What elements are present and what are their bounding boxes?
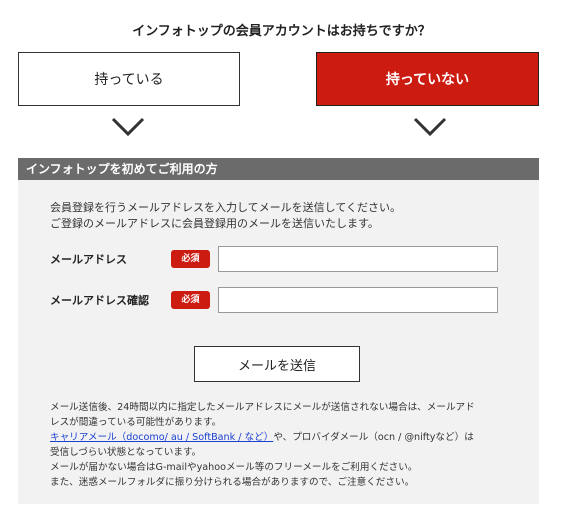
email-row: メールアドレス 必須 — [50, 246, 498, 272]
notes-text: メール送信後、24時間以内に指定したメールアドレスにメールが送信されない場合は、… — [50, 400, 530, 490]
email-confirm-row: メールアドレス確認 必須 — [50, 287, 498, 313]
intro-line: ご登録のメールアドレスに会員登録用のメールを送信いたします。 — [50, 217, 379, 230]
have-account-button[interactable]: 持っている — [18, 52, 240, 106]
carrier-mail-link[interactable]: キャリアメール（docomo/ au / SoftBank / など） — [50, 432, 273, 443]
intro-line: 会員登録を行うメールアドレスを入力してメールを送信してください。 — [50, 201, 402, 214]
email-confirm-input[interactable] — [218, 287, 498, 313]
intro-text: 会員登録を行うメールアドレスを入力してメールを送信してください。 ご登録のメール… — [50, 200, 401, 232]
email-label: メールアドレス — [50, 253, 127, 266]
send-email-button[interactable]: メールを送信 — [194, 346, 360, 382]
section-title: インフォトップを初めてご利用の方 — [18, 158, 539, 180]
note-line: メールが届かない場合はG-mailやyahooメール等のフリーメールをご利用くだ… — [50, 462, 418, 473]
chevron-down-icon — [111, 117, 145, 137]
note-text: や、プロバイダメール（ocn / @niftyなど）は — [273, 432, 474, 443]
note-line: レスが間違っている可能性があります。 — [50, 417, 222, 428]
email-confirm-label: メールアドレス確認 — [50, 294, 149, 307]
email-input[interactable] — [218, 246, 498, 272]
note-line: メール送信後、24時間以内に指定したメールアドレスにメールが送信されない場合は、… — [50, 402, 475, 413]
new-user-section: インフォトップを初めてご利用の方 会員登録を行うメールアドレスを入力してメールを… — [18, 158, 539, 504]
note-line: キャリアメール（docomo/ au / SoftBank / など）や、プロバ… — [50, 430, 530, 445]
chevron-down-icon — [413, 117, 447, 137]
note-line: 受信しづらい状態となっています。 — [50, 447, 202, 458]
required-badge: 必須 — [171, 291, 210, 309]
no-account-button[interactable]: 持っていない — [316, 52, 539, 106]
note-line: また、迷惑メールフォルダに振り分けられる場合がありますので、ご注意ください。 — [50, 477, 415, 488]
required-badge: 必須 — [171, 250, 210, 268]
account-question: インフォトップの会員アカウントはお持ちですか？ — [132, 24, 431, 39]
